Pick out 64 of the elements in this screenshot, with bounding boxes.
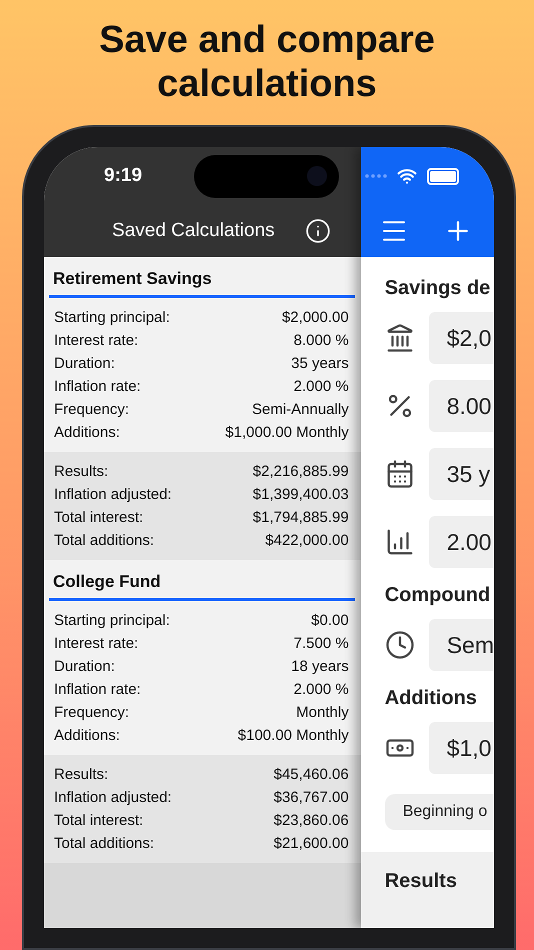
row-label: Total interest: [54,508,144,528]
row-label: Total additions: [54,531,154,551]
input-field[interactable]: $2,0 [428,312,494,364]
row-value: $1,794,885.99 [252,508,349,528]
row-value: $36,767.00 [274,788,349,808]
calculation-card[interactable] [44,257,361,560]
input-field[interactable]: 2.00 [428,516,494,568]
row-label: Total additions: [54,834,154,854]
row-label: Frequency: [54,400,130,420]
row-label: Results: [54,765,108,785]
row-label: Inflation adjusted: [54,788,172,808]
row-label: Additions: [54,423,120,443]
row-value: $0.00 [311,611,349,631]
row-value: $21,600.00 [274,834,349,854]
row-value: Semi-Annually [252,400,349,420]
info-button[interactable] [304,218,331,244]
row-label: Starting principal: [54,308,170,328]
input-field[interactable]: Sem [428,619,494,671]
row-value: 18 years [291,657,349,677]
row-value: 2.000 % [294,377,349,397]
row-value: $1,399,400.03 [252,485,349,505]
row-value: $422,000.00 [265,531,349,551]
row-value: $100.00 Monthly [238,726,349,746]
row-label: Inflation rate: [54,680,141,700]
input-field[interactable]: $1,0 [428,722,494,774]
row-value: 7.500 % [294,634,349,654]
section-heading: Results [384,870,458,893]
calendar-icon [384,459,415,489]
row-label: Additions: [54,726,120,746]
row-label: Inflation adjusted: [54,485,172,505]
row-label: Starting principal: [54,611,170,631]
row-label: Interest rate: [54,634,138,654]
bar-chart-icon [384,527,415,557]
status-time: 9:19 [104,165,142,187]
headline: Save and compare calculations [98,18,436,106]
section-heading: Savings de [384,277,492,300]
row-value: $45,460.06 [274,765,349,785]
calculation-card[interactable] [44,560,361,863]
row-value: Monthly [296,703,349,723]
section-heading: Additions [384,687,478,710]
row-value: $23,860.06 [274,811,349,831]
navigation-title: Saved Calculations [112,220,275,242]
row-label: Interest rate: [54,331,138,351]
row-value: 2.000 % [294,680,349,700]
row-value: $2,000.00 [282,308,349,328]
section-heading: Compound [384,584,492,607]
row-label: Frequency: [54,703,130,723]
input-field[interactable]: 35 y [428,448,494,500]
battery-icon [426,168,459,184]
row-label: Total interest: [54,811,144,831]
row-value: $2,216,885.99 [252,462,349,482]
row-label: Duration: [54,657,115,677]
row-label: Inflation rate: [54,377,141,397]
clock-icon [384,630,415,660]
input-field[interactable]: 8.00 [428,380,494,432]
timing-button[interactable]: Beginning o [384,794,494,830]
row-label: Duration: [54,354,115,374]
signal-icon [364,174,387,178]
row-value: 35 years [291,354,349,374]
row-label: Results: [54,462,108,482]
bank-icon [384,323,415,353]
row-value: $1,000.00 Monthly [225,423,349,443]
row-value: 8.000 % [294,331,349,351]
wifi-icon [396,166,417,186]
